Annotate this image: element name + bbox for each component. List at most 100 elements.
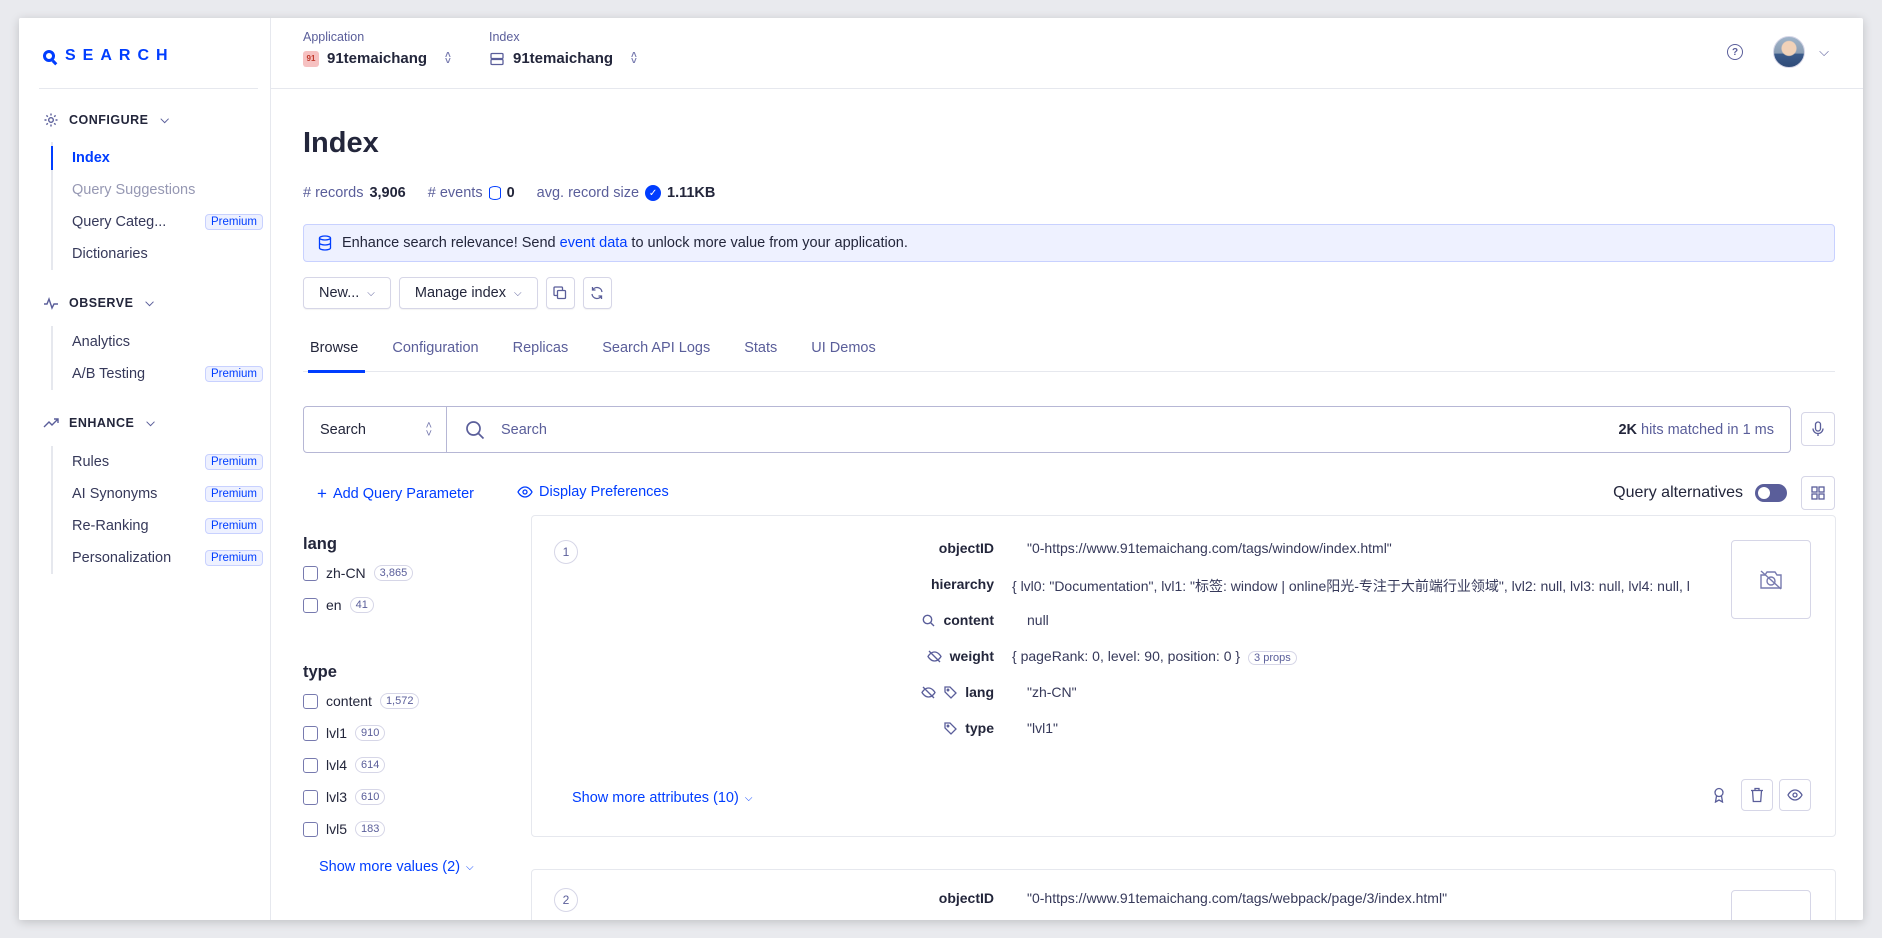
chevron-down-icon: ⌵ (146, 416, 156, 429)
checkbox[interactable] (303, 821, 318, 837)
facet-count: 614 (355, 757, 386, 773)
checkbox[interactable] (303, 693, 318, 709)
sidebar-item-dictionaries[interactable]: Dictionaries (53, 238, 263, 270)
sidebar-item-personalization[interactable]: Personalization Premium (53, 542, 263, 574)
database-icon (318, 235, 332, 251)
attribute-value: "0-https://www.91temaichang.com/tags/web… (1027, 890, 1448, 906)
premium-badge: Premium (204, 550, 263, 566)
chevron-down-icon: ⌵ (160, 113, 170, 126)
facet-item[interactable]: zh-CN 3,865 (303, 565, 414, 581)
attribute-row: lang "zh-CN" (532, 684, 1532, 704)
hits-summary: 2K hits matched in 1 ms (1618, 422, 1774, 438)
section-enhance[interactable]: ENHANCE ⌵ (43, 415, 155, 431)
checkbox[interactable] (303, 789, 318, 805)
tab-browse[interactable]: Browse (303, 323, 366, 373)
copy-button[interactable] (545, 277, 575, 309)
index-selector[interactable]: Index 91temaichang ˄ ˅ (489, 30, 637, 67)
attribute-name: hierarchy (930, 576, 994, 592)
checkbox[interactable] (303, 565, 318, 581)
delete-record-button[interactable] (1741, 779, 1773, 811)
query-alternatives-toggle[interactable] (1755, 484, 1787, 502)
tab-search-api-logs[interactable]: Search API Logs (595, 323, 717, 372)
view-record-button[interactable] (1779, 779, 1811, 811)
facet-item[interactable]: content 1,572 (303, 693, 420, 709)
attribute-name: type (944, 720, 994, 736)
application-label: Application (303, 30, 365, 44)
tab-configuration[interactable]: Configuration (385, 323, 485, 372)
section-configure[interactable]: CONFIGURE ⌵ (43, 112, 169, 128)
facet-item[interactable]: en 41 (303, 597, 374, 613)
grid-icon (1811, 486, 1825, 500)
refresh-button[interactable] (582, 277, 612, 309)
chevron-down-icon: ⌵ (466, 861, 474, 873)
image-placeholder (1731, 540, 1811, 619)
section-configure-title: CONFIGURE (69, 113, 149, 127)
query-alternatives: Query alternatives (1613, 484, 1787, 502)
avatar[interactable] (1773, 36, 1805, 68)
application-selector[interactable]: Application 91 91temaichang ˄ ˅ (303, 30, 451, 67)
attribute-row: objectID "0-https://www.91temaichang.com… (532, 890, 1532, 910)
search-icon (923, 614, 935, 626)
tag-icon (944, 685, 958, 699)
premium-badge: Premium (204, 518, 263, 534)
logo[interactable]: SEARCH (43, 44, 175, 68)
chevron-down-icon: ⌵ (367, 287, 375, 299)
facet-item[interactable]: lvl1 910 (303, 725, 386, 741)
facet-type-title: type (303, 663, 337, 681)
event-data-link[interactable]: event data (560, 235, 628, 251)
facet-count: 610 (355, 789, 386, 805)
sidebar-item-re-ranking[interactable]: Re-Ranking Premium (53, 510, 263, 542)
attribute-row: hierarchy { lvl0: "Documentation", lvl1:… (532, 576, 1690, 596)
sidebar-item-label: Index (72, 150, 110, 166)
show-more-values-link[interactable]: Show more values (2) ⌵ (319, 859, 474, 875)
manage-index-button[interactable]: Manage index ⌵ (398, 277, 538, 309)
section-observe[interactable]: OBSERVE ⌵ (43, 295, 154, 311)
search-input[interactable] (501, 421, 1401, 438)
display-preferences-link[interactable]: Display Preferences (517, 484, 669, 500)
trash-icon (1751, 787, 1763, 803)
sidebar-item-ai-synonyms[interactable]: AI Synonyms Premium (53, 478, 263, 510)
voice-search-button[interactable] (1801, 412, 1835, 446)
plus-icon: + (317, 484, 327, 503)
facet-item[interactable]: lvl5 183 (303, 821, 386, 837)
sidebar-item-query-categories[interactable]: Query Categ... Premium (53, 206, 263, 238)
sidebar-item-ab-testing[interactable]: A/B Testing Premium (53, 358, 263, 390)
premium-badge: Premium (204, 214, 263, 230)
tag-icon (944, 721, 958, 735)
logo-text: SEARCH (65, 47, 175, 64)
premium-badge: Premium (204, 454, 263, 470)
sidebar-item-analytics[interactable]: Analytics (53, 326, 263, 358)
event-data-banner: Enhance search relevance! Send event dat… (303, 224, 1835, 262)
search-type-select[interactable]: Search ˄ ˅ (304, 407, 447, 452)
sidebar-item-rules[interactable]: Rules Premium (53, 446, 263, 478)
checkbox[interactable] (303, 725, 318, 741)
attribute-value: { lvl0: "Documentation", lvl1: "标签: wind… (1012, 578, 1690, 594)
chevron-down-icon[interactable]: ⌵ (1819, 44, 1829, 60)
sidebar-item-label: Query Suggestions (72, 182, 196, 198)
facet-item[interactable]: lvl4 614 (303, 757, 386, 773)
attribute-name: content (922, 612, 994, 628)
sidebar-item-label: Personalization (72, 550, 172, 566)
tab-replicas[interactable]: Replicas (506, 323, 576, 372)
award-icon (1714, 787, 1724, 803)
help-icon[interactable]: ? (1727, 44, 1743, 60)
sidebar-item-label: Analytics (72, 334, 131, 350)
checkbox[interactable] (303, 757, 318, 773)
sidebar-item-query-suggestions[interactable]: Query Suggestions (53, 174, 263, 206)
show-more-attributes-link[interactable]: Show more attributes (10) ⌵ (572, 790, 752, 806)
attribute-value: "lvl1" (1027, 720, 1058, 736)
facet-count: 3,865 (373, 565, 414, 581)
attribute-value: null (1027, 612, 1049, 628)
sidebar-item-index[interactable]: Index (51, 142, 263, 174)
add-query-parameter-link[interactable]: + Add Query Parameter (317, 484, 474, 504)
enhance-nav: Rules Premium AI Synonyms Premium Re-Ranki… (51, 446, 263, 574)
facet-item[interactable]: lvl3 610 (303, 789, 386, 805)
tab-stats[interactable]: Stats (737, 323, 784, 372)
checkbox[interactable] (303, 597, 318, 613)
application-value: 91temaichang (327, 50, 428, 67)
grid-view-button[interactable] (1801, 476, 1835, 510)
check-circle-icon: ✓ (645, 185, 662, 201)
tab-ui-demos[interactable]: UI Demos (804, 323, 882, 372)
new-button[interactable]: New... ⌵ (303, 277, 391, 309)
promote-button[interactable] (1703, 779, 1735, 811)
